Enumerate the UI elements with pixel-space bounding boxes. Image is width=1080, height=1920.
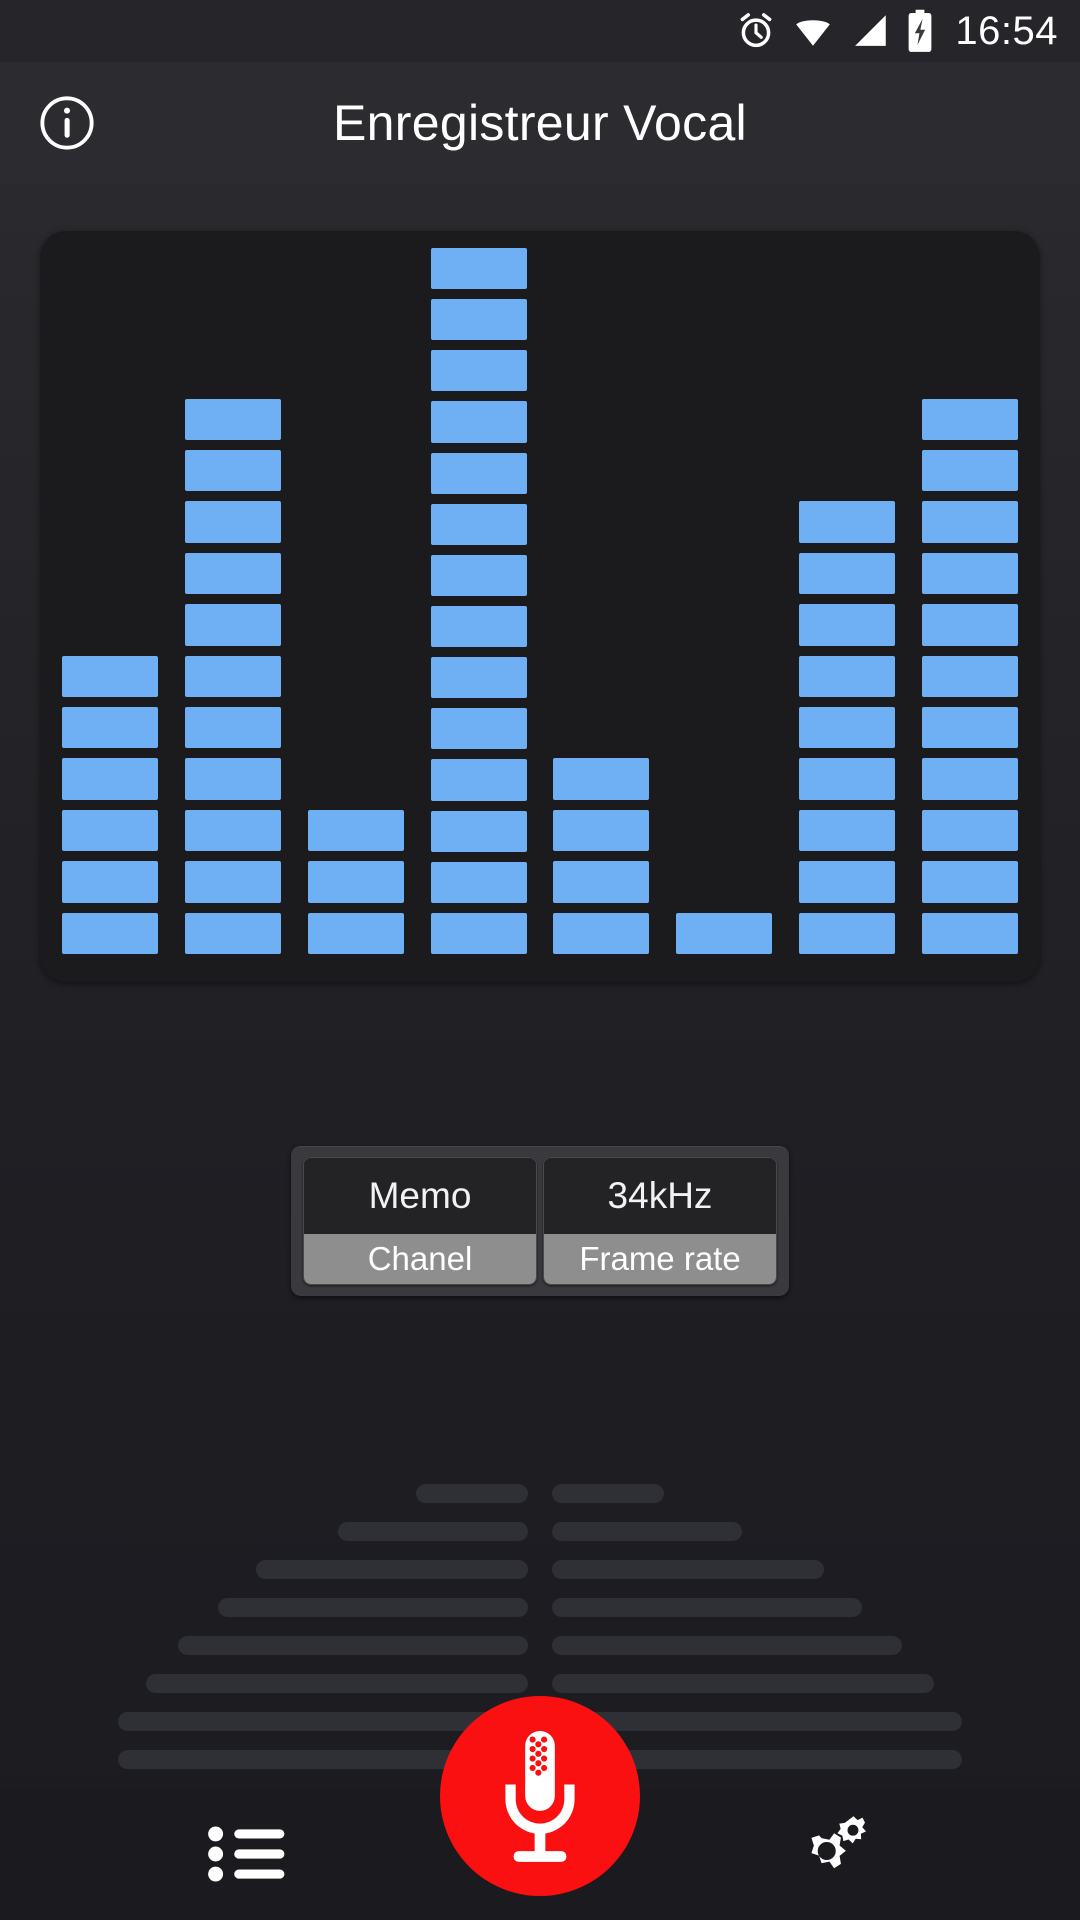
visualizer-bar bbox=[799, 655, 896, 707]
visualizer-bar bbox=[430, 759, 527, 810]
visualizer-bar bbox=[184, 809, 281, 861]
visualizer-bar bbox=[430, 810, 527, 862]
visualizer-bar bbox=[184, 707, 281, 758]
record-button[interactable] bbox=[440, 1696, 640, 1896]
visualizer-bar bbox=[430, 657, 527, 708]
visualizer-column bbox=[553, 248, 650, 964]
visualizer-bar bbox=[799, 912, 896, 964]
visualizer-bar bbox=[430, 861, 527, 913]
status-bar: 16:54 bbox=[0, 0, 1080, 62]
visualizer-bar bbox=[921, 655, 1018, 707]
visualizer-bar bbox=[799, 861, 896, 912]
settings-button[interactable] bbox=[770, 1799, 890, 1909]
visualizer-bar bbox=[184, 655, 281, 707]
visualizer-bar bbox=[921, 450, 1018, 501]
visualizer-bar bbox=[676, 912, 773, 964]
microphone-icon bbox=[505, 1730, 575, 1862]
gears-icon bbox=[811, 1816, 867, 1869]
visualizer-column bbox=[430, 248, 527, 964]
visualizer-bar bbox=[184, 501, 281, 552]
status-bar-clock: 16:54 bbox=[955, 8, 1058, 53]
visualizer-bar bbox=[553, 758, 650, 809]
recording-info-panel: Memo Chanel 34kHz Frame rate bbox=[291, 1146, 789, 1296]
alarm-clock-icon bbox=[740, 13, 772, 48]
visualizer-bar bbox=[62, 758, 158, 809]
visualizer-bar bbox=[62, 655, 158, 707]
visualizer-bar bbox=[430, 503, 527, 555]
channel-label: Chanel bbox=[304, 1234, 536, 1284]
visualizer-bar bbox=[307, 809, 404, 861]
decorative-wave-row bbox=[0, 1636, 1080, 1655]
main-content: Memo Chanel 34kHz Frame rate 00:34 212Kb bbox=[0, 184, 1080, 1920]
visualizer-bar bbox=[430, 350, 527, 401]
frame-rate-value: 34kHz bbox=[544, 1158, 776, 1234]
visualizer-bar bbox=[184, 552, 281, 604]
visualizer-bar bbox=[553, 912, 650, 964]
visualizer-bar bbox=[799, 604, 896, 655]
visualizer-bar bbox=[430, 912, 527, 964]
visualizer-bar bbox=[307, 912, 404, 964]
visualizer-bar bbox=[184, 758, 281, 809]
channel-value: Memo bbox=[304, 1158, 536, 1234]
visualizer-bar bbox=[799, 707, 896, 758]
visualizer-bar bbox=[921, 604, 1018, 655]
signal-bars-icon bbox=[855, 15, 887, 46]
visualizer-bar bbox=[430, 554, 527, 606]
visualizer-bar bbox=[307, 861, 404, 912]
visualizer-bar bbox=[430, 452, 527, 504]
decorative-wave-row bbox=[0, 1674, 1080, 1693]
visualizer-bar bbox=[184, 912, 281, 964]
app-bar: Enregistreur Vocal bbox=[0, 62, 1080, 184]
visualizer-column bbox=[799, 248, 896, 964]
visualizer-bar bbox=[62, 707, 158, 758]
visualizer-bar bbox=[799, 758, 896, 809]
visualizer-bar bbox=[921, 398, 1018, 450]
visualizer-bar bbox=[62, 861, 158, 912]
audio-visualizer bbox=[40, 230, 1040, 982]
visualizer-bar bbox=[921, 809, 1018, 861]
visualizer-bar bbox=[921, 552, 1018, 604]
visualizer-bar bbox=[921, 758, 1018, 809]
visualizer-bar bbox=[799, 501, 896, 552]
transport-controls: 00:34 212Kb bbox=[0, 1306, 1080, 1636]
channel-chip[interactable]: Memo Chanel bbox=[303, 1157, 537, 1285]
visualizer-bar bbox=[553, 809, 650, 861]
visualizer-column bbox=[184, 248, 281, 964]
info-button[interactable] bbox=[30, 86, 104, 160]
visualizer-column bbox=[676, 248, 773, 964]
visualizer-bar bbox=[921, 861, 1018, 912]
visualizer-column bbox=[307, 248, 404, 964]
list-icon bbox=[208, 1826, 285, 1882]
visualizer-bar bbox=[921, 501, 1018, 552]
visualizer-bar bbox=[799, 552, 896, 604]
visualizer-bar bbox=[184, 604, 281, 655]
visualizer-bar bbox=[430, 606, 527, 657]
page-title: Enregistreur Vocal bbox=[333, 95, 747, 151]
visualizer-bar bbox=[921, 912, 1018, 964]
visualizer-bar bbox=[184, 861, 281, 912]
frame-rate-chip[interactable]: 34kHz Frame rate bbox=[543, 1157, 777, 1285]
visualizer-bar bbox=[430, 401, 527, 452]
battery-charging-icon bbox=[909, 9, 932, 52]
recordings-list-button[interactable] bbox=[190, 1799, 310, 1909]
wifi-icon bbox=[796, 20, 831, 46]
frame-rate-label: Frame rate bbox=[544, 1234, 776, 1284]
visualizer-bar bbox=[553, 861, 650, 912]
visualizer-bar bbox=[430, 248, 527, 299]
visualizer-bar bbox=[184, 450, 281, 501]
visualizer-bar bbox=[430, 708, 527, 759]
visualizer-bar bbox=[799, 809, 896, 861]
visualizer-columns bbox=[62, 248, 1018, 964]
visualizer-bar bbox=[62, 912, 158, 964]
visualizer-bar bbox=[184, 398, 281, 450]
visualizer-bar bbox=[921, 707, 1018, 758]
visualizer-column bbox=[62, 248, 158, 964]
visualizer-column bbox=[921, 248, 1018, 964]
visualizer-bar bbox=[430, 299, 527, 350]
info-circle-icon bbox=[40, 96, 94, 150]
visualizer-bar bbox=[62, 809, 158, 861]
